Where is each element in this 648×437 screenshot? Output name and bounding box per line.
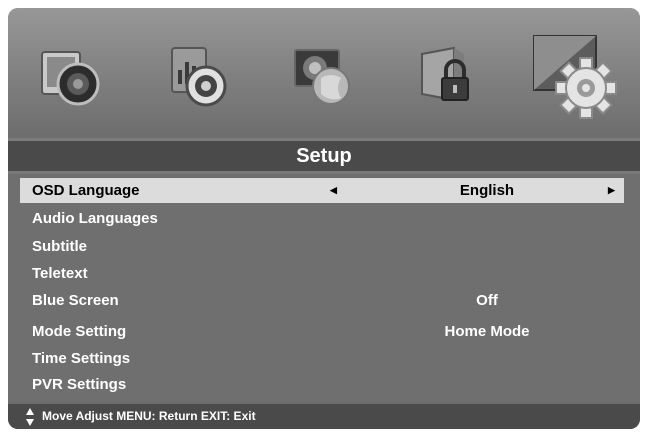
menu-item-label: Time Settings: [32, 350, 131, 367]
menu-item-value: Off: [476, 292, 498, 309]
footer-hint-text: Move Adjust MENU: Return EXIT: Exit: [42, 409, 256, 423]
setup-gear-icon[interactable]: [528, 30, 620, 122]
menu-item-label: Mode Setting: [32, 323, 127, 340]
menu-icon-bar: [8, 8, 640, 138]
menu-item-time-settings[interactable]: Time Settings: [20, 346, 624, 371]
menu-item-value: English: [459, 182, 515, 199]
menu-item-label: Blue Screen: [32, 292, 119, 309]
menu-item-audio-languages[interactable]: Audio Languages: [20, 206, 624, 231]
menu-item-value: Home Mode: [444, 323, 530, 340]
footer-hint-bar: Move Adjust MENU: Return EXIT: Exit: [8, 404, 640, 429]
tv-osd-screen: Setup OSD Language ◀ English ▶ Audio Lan…: [8, 8, 640, 429]
menu-item-label: Subtitle: [32, 238, 87, 255]
menu-item-osd-language[interactable]: OSD Language ◀ English ▶: [20, 178, 624, 203]
menu-item-label: Audio Languages: [32, 210, 158, 227]
picture-icon[interactable]: [38, 44, 102, 108]
up-down-arrows-icon: [26, 408, 34, 426]
menu-item-label: PVR Settings: [32, 376, 127, 393]
sound-icon[interactable]: [166, 44, 230, 108]
menu-item-label: OSD Language: [32, 182, 140, 199]
lock-icon[interactable]: [416, 44, 480, 108]
arrow-right-icon[interactable]: ▶: [608, 178, 615, 203]
arrow-left-icon[interactable]: ◀: [330, 178, 337, 203]
channel-icon[interactable]: [291, 44, 355, 108]
menu-item-subtitle[interactable]: Subtitle: [20, 234, 624, 259]
menu-item-mode-setting[interactable]: Mode Setting Home Mode: [20, 319, 624, 344]
setup-menu-list: OSD Language ◀ English ▶ Audio Languages…: [8, 174, 640, 402]
menu-item-teletext[interactable]: Teletext: [20, 261, 624, 286]
menu-item-pvr-settings[interactable]: PVR Settings: [20, 372, 624, 397]
menu-item-blue-screen[interactable]: Blue Screen Off: [20, 288, 624, 313]
menu-item-label: Teletext: [32, 265, 88, 282]
menu-title: Setup: [8, 141, 640, 171]
